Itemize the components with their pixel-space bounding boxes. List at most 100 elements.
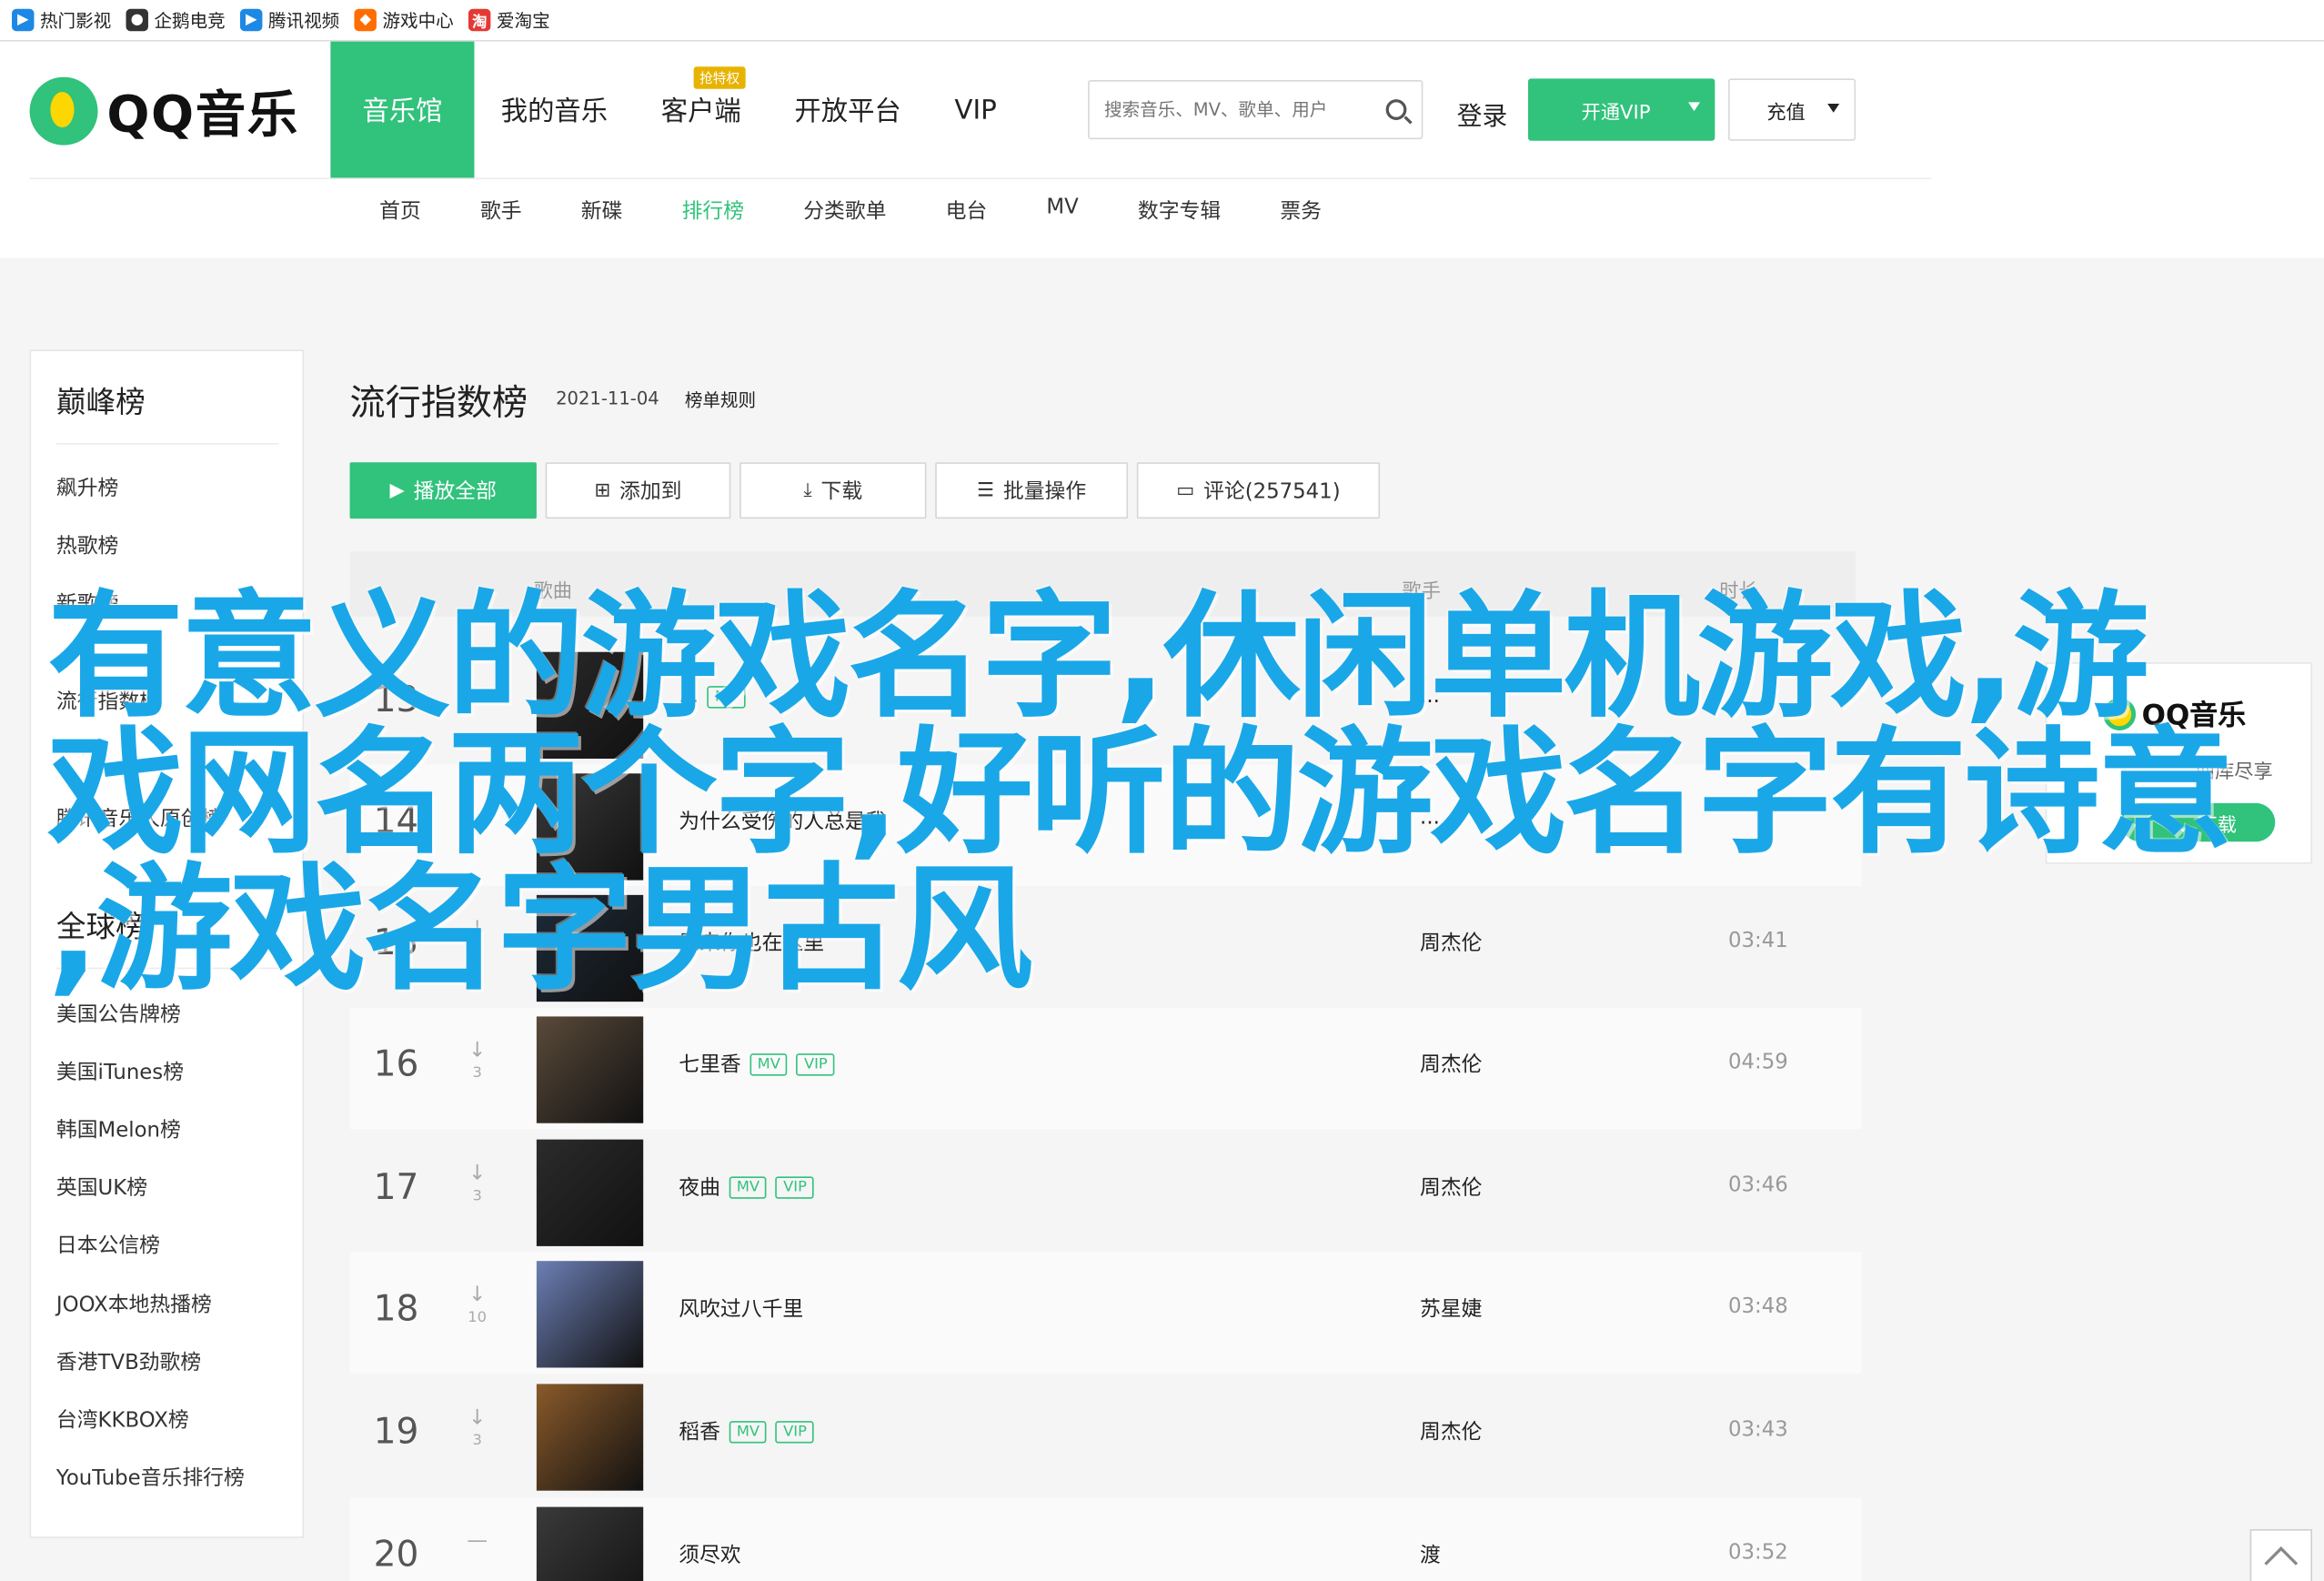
album-cover[interactable]	[536, 651, 644, 759]
recharge-button[interactable]: 充值	[1727, 78, 1856, 141]
bookmark-taobao[interactable]: 淘爱淘宝	[468, 7, 550, 33]
song-row[interactable]: 13... MV...	[349, 642, 1862, 765]
singer-name[interactable]: 周杰伦	[1420, 1049, 1482, 1079]
song-row[interactable]: 14 为什么受伤的人总是我...	[349, 764, 1862, 887]
qq-music-logo[interactable]: QQ音乐	[29, 74, 299, 146]
sidebar-item-tvb[interactable]: 香港TVB劲歌榜	[56, 1347, 201, 1377]
trend-arrow: ↓	[468, 917, 487, 942]
song-row[interactable]: 17 ↓ 3 夜曲 MV VIP 周杰伦 03:46	[349, 1130, 1862, 1253]
sidebar-item-popular-index[interactable]: 流行指数榜	[56, 686, 160, 716]
vip-badge[interactable]: VIP	[775, 1175, 815, 1198]
sidebar-item-youtube[interactable]: YouTube音乐排行榜	[56, 1463, 245, 1493]
song-name[interactable]: 夜曲	[679, 1172, 720, 1202]
caret-down-icon[interactable]	[1688, 102, 1701, 112]
comments-button[interactable]: ▭ 评论(257541)	[1136, 462, 1381, 519]
sidebar-item-uk[interactable]: 英国UK榜	[56, 1172, 147, 1202]
column-song: 歌曲	[533, 580, 573, 603]
song-title[interactable]: 七里香 MV VIP	[679, 1049, 835, 1079]
login-link[interactable]: 登录	[1457, 95, 1507, 132]
scroll-to-top-button[interactable]	[2249, 1529, 2313, 1581]
song-row[interactable]: 19 ↓ 3 稻香 MV VIP 周杰伦 03:43	[349, 1375, 1862, 1497]
sidebar-item-new[interactable]: 新歌榜	[56, 589, 118, 619]
bookmark-hot-video[interactable]: ▶ 热门影视	[12, 7, 111, 33]
song-name[interactable]: 须尽欢	[679, 1539, 740, 1569]
sidebar-item-original[interactable]: 腾讯音乐人原创榜	[56, 803, 223, 833]
song-name[interactable]: ...	[679, 685, 699, 709]
sidebar-item-kkbox[interactable]: 台湾KKBOX榜	[56, 1405, 189, 1435]
ad-download-button[interactable]: ...下载	[2120, 802, 2276, 842]
mv-badge[interactable]: MV	[729, 1420, 768, 1443]
singer-name[interactable]: 渡	[1420, 1539, 1441, 1569]
song-row[interactable]: 15 ↓ 9 原来你也在这里 周杰伦 03:41	[349, 886, 1862, 1008]
album-cover[interactable]	[536, 1139, 644, 1246]
album-cover[interactable]	[536, 1506, 644, 1581]
caret-down-icon[interactable]	[1827, 104, 1840, 113]
song-title[interactable]: 夜曲 MV VIP	[679, 1172, 815, 1202]
mv-badge[interactable]: MV	[729, 1175, 768, 1198]
singer-name[interactable]: ...	[1420, 685, 1440, 709]
subnav-charts[interactable]: 排行榜	[682, 196, 744, 226]
subnav-new-albums[interactable]: 新碟	[581, 196, 623, 226]
vip-badge[interactable]: VIP	[775, 1420, 815, 1443]
mv-badge[interactable]: MV	[707, 685, 746, 708]
album-cover[interactable]	[536, 1384, 644, 1491]
nav-open-platform[interactable]: 开放平台	[768, 42, 928, 178]
singer-name[interactable]: 苏星婕	[1420, 1294, 1482, 1324]
bookmark-penguin-esports[interactable]: ● 企鹅电竞	[126, 7, 226, 33]
song-name[interactable]: 七里香	[679, 1049, 740, 1079]
album-cover[interactable]	[536, 1261, 644, 1368]
trend-change: 3	[472, 1433, 482, 1450]
bookmark-game-center[interactable]: ◆ 游戏中心	[354, 7, 454, 33]
subnav-home[interactable]: 首页	[379, 196, 421, 226]
gamepad-icon: ◆	[354, 8, 377, 32]
song-name[interactable]: 稻香	[679, 1416, 720, 1446]
song-title[interactable]: ... MV	[679, 685, 746, 709]
sidebar-item-billboard[interactable]: 美国公告牌榜	[56, 999, 181, 1029]
nav-vip[interactable]: VIP	[928, 42, 1023, 178]
vip-badge[interactable]: VIP	[796, 1052, 835, 1075]
search-input[interactable]	[1089, 81, 1372, 138]
album-cover[interactable]	[536, 894, 644, 1002]
song-title[interactable]: 为什么受伤的人总是我	[679, 806, 886, 836]
song-row[interactable]: 18 ↓ 10 风吹过八千里 苏星婕 03:48	[349, 1252, 1862, 1374]
sidebar-item-itunes[interactable]: 美国iTunes榜	[56, 1056, 184, 1086]
nav-client[interactable]: 客户端 抢特权	[634, 42, 768, 178]
song-row[interactable]: 20 — 须尽欢 渡 03:52	[349, 1497, 1862, 1581]
subnav-playlists[interactable]: 分类歌单	[803, 196, 886, 226]
singer-name[interactable]: 周杰伦	[1420, 928, 1482, 958]
nav-music-hall[interactable]: 音乐馆	[330, 41, 475, 178]
subnav-radio[interactable]: 电台	[946, 196, 988, 226]
song-title[interactable]: 原来你也在这里	[679, 928, 824, 958]
subnav-mv[interactable]: MV	[1046, 196, 1078, 226]
singer-name[interactable]: 周杰伦	[1420, 1416, 1482, 1446]
chart-rules-link[interactable]: 榜单规则	[685, 387, 756, 412]
play-all-button[interactable]: ▶ 播放全部	[349, 462, 537, 519]
search-icon[interactable]	[1385, 99, 1407, 120]
sidebar-item-melon[interactable]: 韩国Melon榜	[56, 1114, 181, 1144]
album-cover[interactable]	[536, 773, 644, 881]
subnav-singers[interactable]: 歌手	[480, 196, 522, 226]
sidebar-item-oricon[interactable]: 日本公信榜	[56, 1230, 160, 1260]
song-row[interactable]: 16 ↓ 3 七里香 MV VIP 周杰伦 04:59	[349, 1007, 1862, 1130]
sidebar-item-joox[interactable]: JOOX本地热播榜	[56, 1289, 212, 1319]
sidebar-item-hot[interactable]: 热歌榜	[56, 530, 118, 560]
nav-my-music[interactable]: 我的音乐	[474, 42, 634, 178]
song-title[interactable]: 须尽欢	[679, 1539, 740, 1569]
bookmark-tencent-video[interactable]: ▶ 腾讯视频	[240, 7, 339, 33]
singer-name[interactable]: 周杰伦	[1420, 1172, 1482, 1202]
song-name[interactable]: 原来你也在这里	[679, 928, 824, 958]
add-to-button[interactable]: ⊞ 添加到	[545, 462, 731, 519]
song-title[interactable]: 稻香 MV VIP	[679, 1416, 815, 1446]
song-title[interactable]: 风吹过八千里	[679, 1294, 803, 1324]
album-cover[interactable]	[536, 1016, 644, 1123]
subnav-tickets[interactable]: 票务	[1280, 196, 1322, 226]
subnav-digital-albums[interactable]: 数字专辑	[1138, 196, 1221, 226]
sidebar-item-soaring[interactable]: 飙升榜	[56, 473, 118, 503]
mv-badge[interactable]: MV	[750, 1052, 789, 1075]
open-vip-button[interactable]: 开通VIP	[1528, 78, 1715, 141]
singer-name[interactable]: ...	[1420, 806, 1440, 830]
song-name[interactable]: 为什么受伤的人总是我	[679, 806, 886, 836]
download-button[interactable]: ⤓ 下载	[739, 462, 927, 519]
batch-button[interactable]: ☰ 批量操作	[935, 462, 1129, 519]
song-name[interactable]: 风吹过八千里	[679, 1294, 803, 1324]
